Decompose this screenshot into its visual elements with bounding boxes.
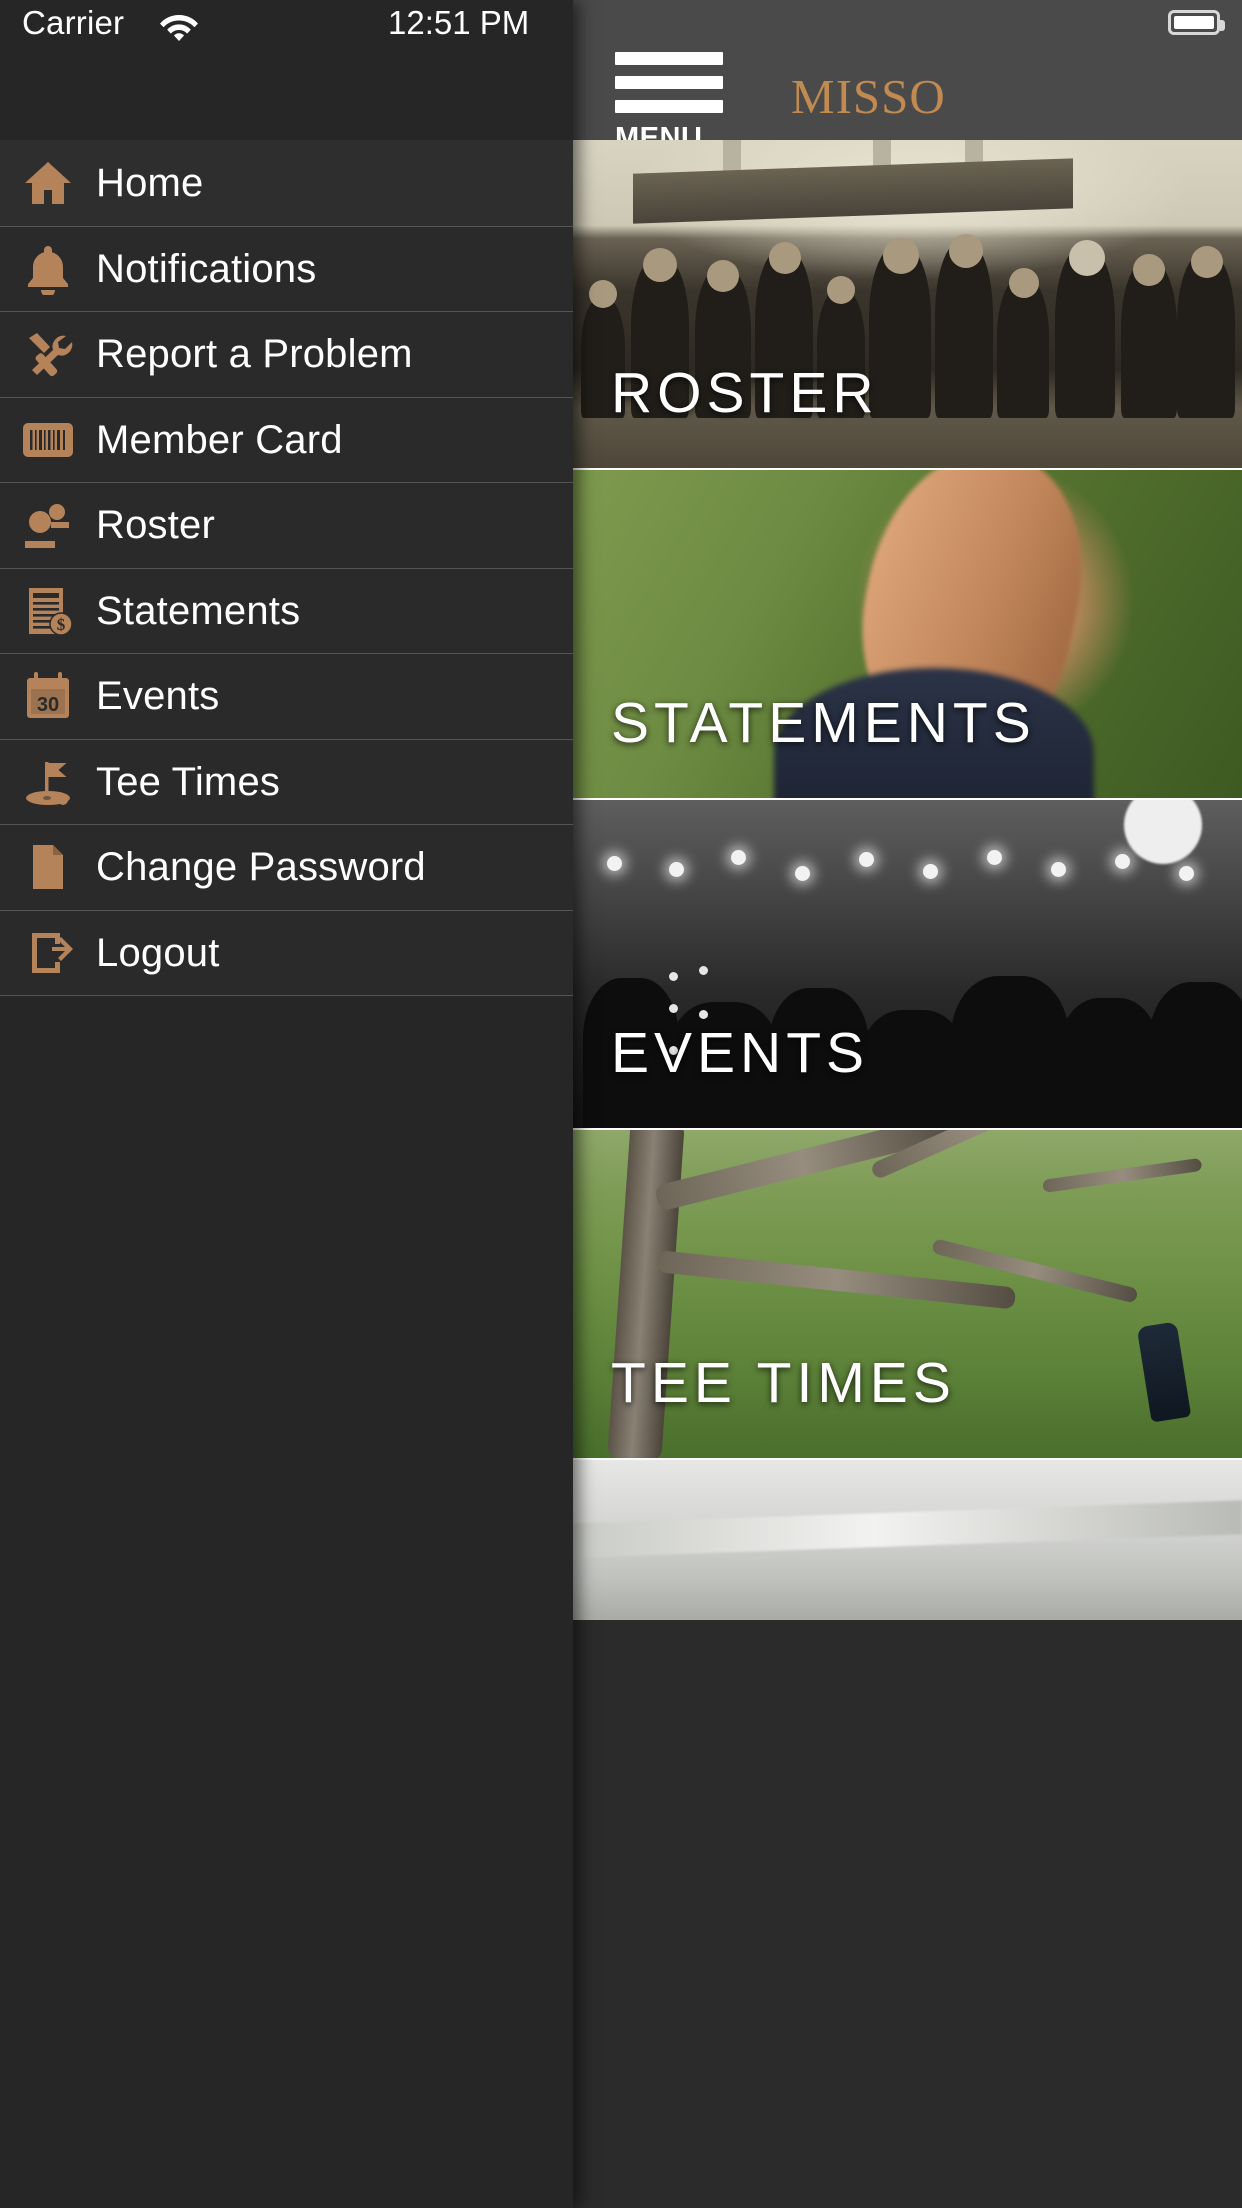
invoice-dollar-icon: $ — [0, 569, 96, 654]
document-icon — [0, 825, 96, 910]
menu-item-roster[interactable]: Roster — [0, 482, 573, 568]
clock-label: 12:51 PM — [388, 4, 530, 41]
carrier-label: Carrier — [22, 4, 125, 41]
people-icon — [0, 483, 96, 568]
content-panel: MENU MISSO ROSTER STATEMENTS EVENTS TEE … — [573, 0, 1242, 2208]
navigation-bar: MENU MISSO — [573, 44, 1242, 153]
menu-item-label: Tee Times — [96, 759, 281, 804]
card-statements[interactable]: STATEMENTS — [573, 470, 1242, 800]
club-title: MISSO — [791, 69, 946, 124]
card-next-partial[interactable] — [573, 1460, 1242, 1620]
wifi-icon — [158, 11, 200, 41]
menu-item-change-password[interactable]: Change Password — [0, 824, 573, 910]
hamburger-icon-bar — [615, 100, 723, 113]
card-events[interactable]: EVENTS — [573, 800, 1242, 1130]
menu-item-label: Home — [96, 160, 204, 205]
card-label: STATEMENTS — [611, 691, 1036, 755]
menu-item-label: Roster — [96, 503, 216, 548]
status-bar: Carrier 12:51 PM — [0, 0, 573, 44]
menu-item-label: Statements — [96, 588, 301, 633]
drawer-menu-list: Home Notifications Report a Problem Memb… — [0, 140, 573, 996]
card-roster[interactable]: ROSTER — [573, 140, 1242, 470]
battery-icon — [1168, 10, 1225, 35]
menu-item-label: Logout — [96, 930, 220, 975]
app-root: MENU MISSO ROSTER STATEMENTS EVENTS TEE … — [0, 0, 1242, 2208]
menu-item-tee-times[interactable]: Tee Times — [0, 738, 573, 825]
content-status-bar — [573, 0, 1242, 44]
card-label: TEE TIMES — [611, 1351, 956, 1415]
card-label: ROSTER — [611, 361, 879, 425]
hamburger-icon-bar — [615, 76, 723, 89]
calendar-day-number: 30 — [37, 694, 59, 716]
menu-item-label: Notifications — [96, 246, 317, 291]
card-list: ROSTER STATEMENTS EVENTS TEE TIMES — [573, 140, 1242, 1620]
home-icon — [0, 140, 96, 226]
bell-icon — [0, 227, 96, 312]
menu-item-notifications[interactable]: Notifications — [0, 225, 573, 312]
tools-icon — [0, 312, 96, 397]
logout-icon — [0, 911, 96, 996]
hamburger-icon-bar — [615, 52, 723, 65]
menu-item-label: Events — [96, 674, 220, 719]
golf-flag-icon — [0, 740, 96, 825]
svg-text:$: $ — [57, 615, 66, 634]
card-next-image — [573, 1460, 1242, 1620]
card-label: EVENTS — [611, 1021, 870, 1085]
menu-item-statements[interactable]: $ Statements — [0, 567, 573, 654]
menu-item-label: Change Password — [96, 845, 426, 890]
menu-item-report-a-problem[interactable]: Report a Problem — [0, 311, 573, 397]
menu-item-label: Member Card — [96, 417, 343, 462]
menu-item-events[interactable]: 30 Events — [0, 653, 573, 739]
calendar-icon: 30 — [0, 654, 96, 739]
navigation-drawer: Carrier 12:51 PM Home Notifications Repo… — [0, 0, 573, 2208]
menu-button[interactable]: MENU — [615, 52, 723, 153]
barcode-icon — [0, 398, 96, 483]
menu-item-home[interactable]: Home — [0, 140, 573, 226]
menu-item-member-card[interactable]: Member Card — [0, 396, 573, 483]
menu-item-label: Report a Problem — [96, 332, 413, 377]
menu-item-logout[interactable]: Logout — [0, 909, 573, 996]
drawer-header-spacer — [0, 44, 573, 140]
card-tee-times[interactable]: TEE TIMES — [573, 1130, 1242, 1460]
